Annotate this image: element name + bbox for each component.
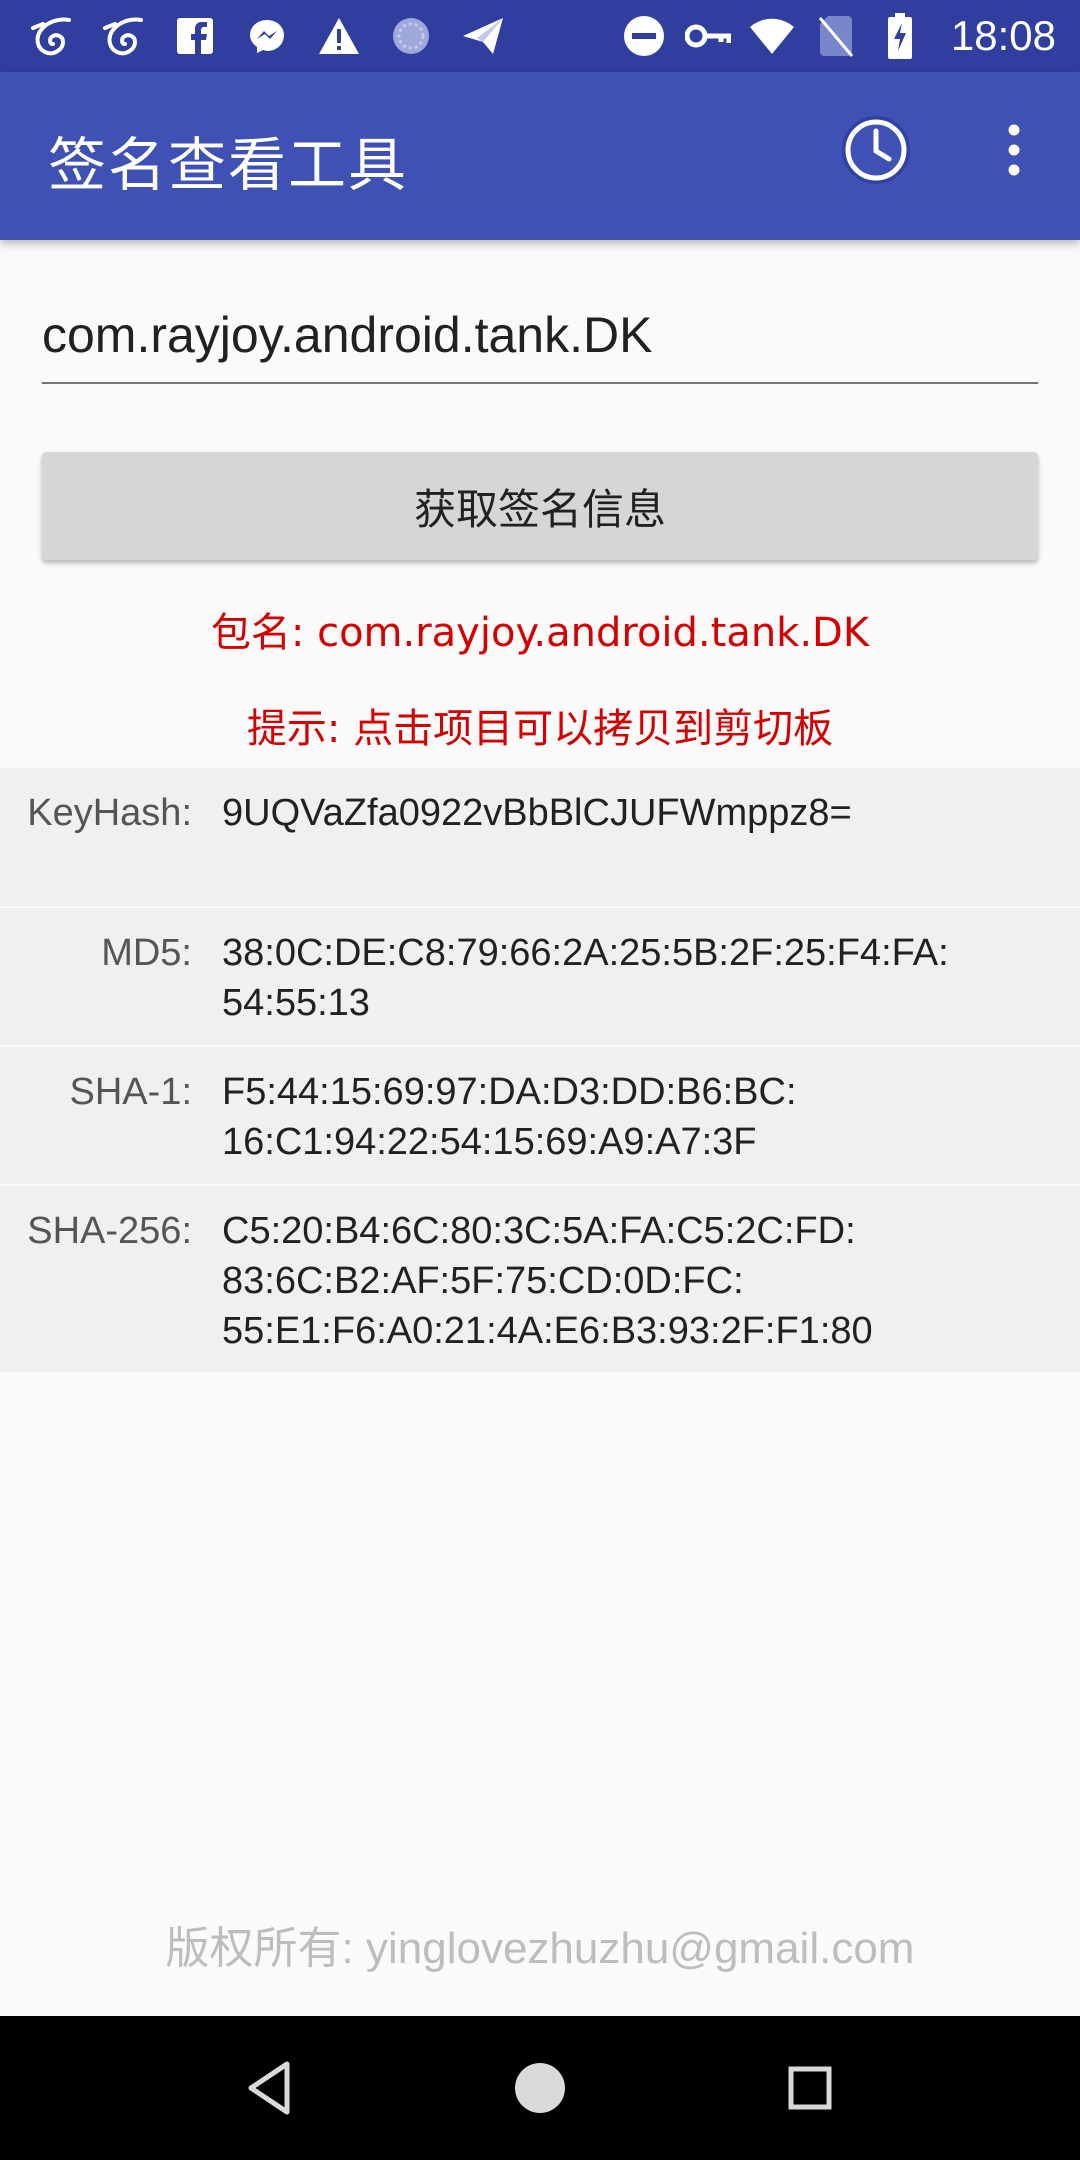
get-signature-button[interactable]: 获取签名信息 — [42, 452, 1038, 560]
app-title: 签名查看工具 — [48, 131, 409, 199]
battery-charging-icon — [877, 13, 923, 59]
notification-icons — [28, 13, 532, 59]
signature-value: F5:44:15:69:97:DA:D3:DD:B6:BC: 16:C1:94:… — [222, 1071, 797, 1163]
signature-label: KeyHash: — [27, 792, 192, 834]
signature-label: SHA-1: — [69, 1071, 192, 1113]
bird-app-icon — [100, 13, 146, 59]
screen: 18:08 签名查看工具 获取签名信息 包名: com.rayjoy.andro… — [0, 0, 1080, 2160]
signature-row-md5[interactable]: MD5: 38:0C:DE:C8:79:66:2A:25:5B:2F:25:F4… — [0, 908, 1080, 1047]
copyright-text: 版权所有: yinglovezhuzhu@gmail.com — [165, 1924, 915, 1973]
more-vert-icon — [1008, 124, 1020, 176]
signature-value: C5:20:B4:6C:80:3C:5A:FA:C5:2C:FD: 83:6C:… — [222, 1210, 873, 1352]
signature-value: 38:0C:DE:C8:79:66:2A:25:5B:2F:25:F4:FA: … — [222, 932, 949, 1024]
key-icon — [684, 13, 731, 59]
signature-row-keyhash[interactable]: KeyHash: 9UQVaZfa0922vBbBlCJUFWmppz8= — [0, 768, 1080, 908]
back-triangle-icon — [248, 2061, 290, 2115]
messenger-icon — [244, 13, 290, 59]
recents-button[interactable] — [774, 2052, 846, 2124]
signature-row-sha1[interactable]: SHA-1: F5:44:15:69:97:DA:D3:DD:B6:BC: 16… — [0, 1047, 1080, 1186]
facebook-icon — [172, 13, 218, 59]
history-icon — [842, 116, 910, 184]
history-button[interactable] — [836, 110, 916, 190]
no-sim-icon — [813, 13, 859, 59]
sync-spinner-icon — [388, 13, 434, 59]
copy-tip-label: 提示: 点击项目可以拷贝到剪切板 — [246, 706, 834, 752]
recents-square-icon — [788, 2066, 832, 2110]
package-name-label: 包名: com.rayjoy.android.tank.DK — [210, 610, 870, 656]
warning-icon — [316, 13, 362, 59]
back-button[interactable] — [234, 2052, 306, 2124]
home-button[interactable] — [504, 2052, 576, 2124]
home-circle-icon — [515, 2063, 565, 2113]
package-name-input[interactable] — [42, 300, 1038, 384]
bird-app-icon — [28, 13, 74, 59]
signature-label: SHA-256: — [27, 1210, 192, 1252]
signature-list: KeyHash: 9UQVaZfa0922vBbBlCJUFWmppz8= MD… — [0, 768, 1080, 1374]
app-bar: 签名查看工具 — [0, 72, 1080, 240]
wifi-icon — [749, 13, 795, 59]
clock: 18:08 — [950, 12, 1056, 59]
signature-row-sha256[interactable]: SHA-256: C5:20:B4:6C:80:3C:5A:FA:C5:2C:F… — [0, 1186, 1080, 1374]
do-not-disturb-icon — [621, 13, 667, 59]
signature-value: 9UQVaZfa0922vBbBlCJUFWmppz8= — [222, 792, 852, 834]
more-options-button[interactable] — [982, 110, 1046, 190]
system-icons: 18:08 — [621, 12, 1056, 60]
status-bar: 18:08 — [0, 0, 1080, 72]
signature-label: MD5: — [101, 932, 192, 974]
send-icon — [460, 13, 506, 59]
navigation-bar — [0, 2016, 1080, 2160]
